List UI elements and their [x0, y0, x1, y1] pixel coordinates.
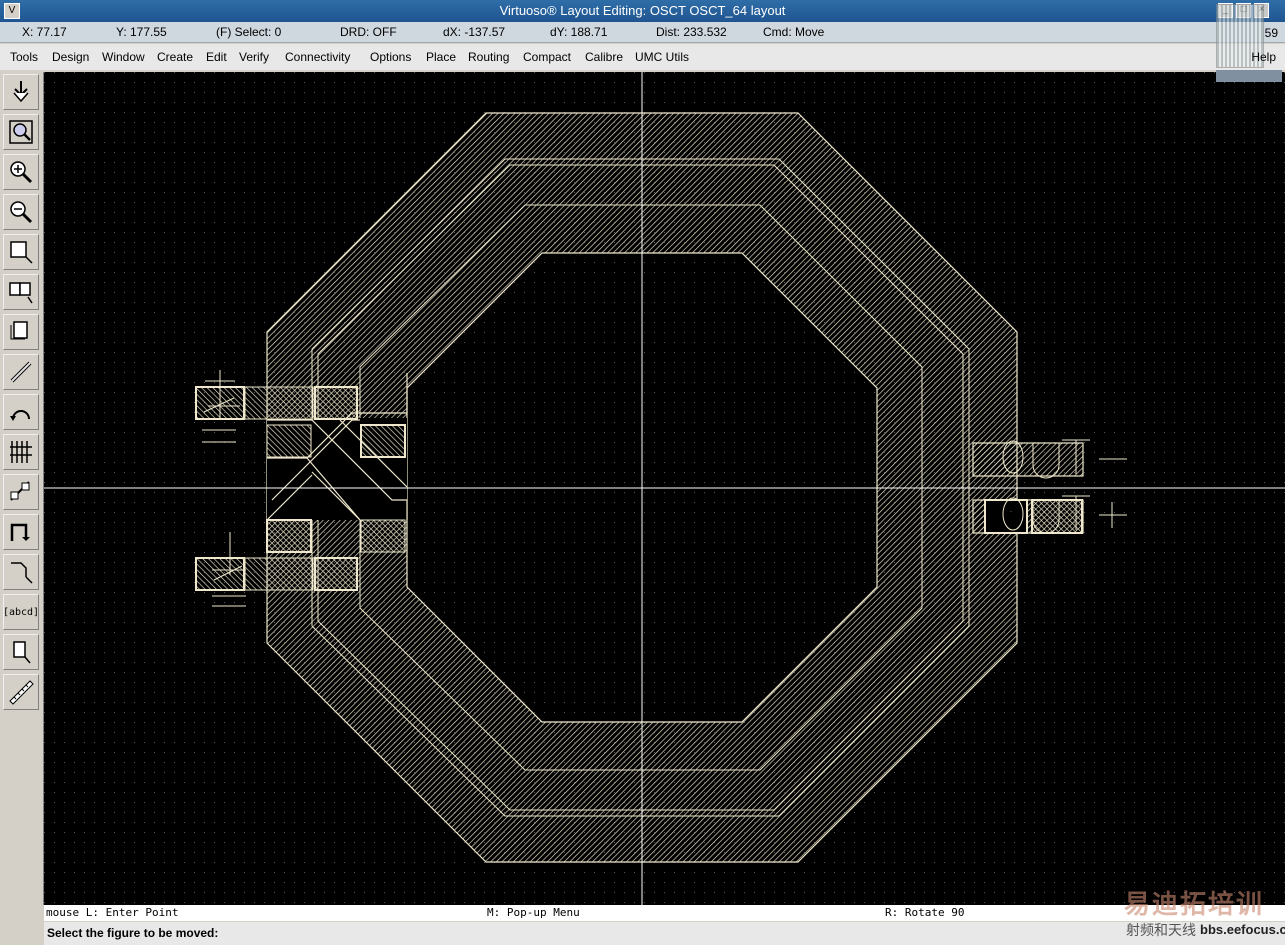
menu-window[interactable]: Window	[100, 44, 147, 70]
layout-canvas[interactable]: OUT OUT	[44, 72, 1285, 905]
copy-icon[interactable]	[3, 554, 39, 590]
menu-options[interactable]: Options	[368, 44, 413, 70]
zoom-fit-icon[interactable]	[3, 114, 39, 150]
mouse-right-status: R: Rotate 90	[885, 906, 965, 919]
menu-umc-utils[interactable]: UMC Utils	[633, 44, 691, 70]
menu-calibre[interactable]: Calibre	[583, 44, 625, 70]
create-pins-icon[interactable]	[3, 434, 39, 470]
menu-design[interactable]: Design	[50, 44, 91, 70]
menu-compact[interactable]: Compact	[521, 44, 573, 70]
help-panel: 59 Help	[1216, 2, 1282, 82]
watermark-main: 易迪拓培训	[1124, 889, 1265, 919]
undo-icon[interactable]	[3, 394, 39, 430]
tool-palette: [abcd]	[0, 72, 44, 905]
cursor-y-readout: Y: 177.55	[116, 25, 167, 39]
delta-y-readout: dY: 188.71	[550, 25, 608, 39]
menu-connectivity[interactable]: Connectivity	[283, 44, 352, 70]
stretch-icon[interactable]	[3, 634, 39, 670]
mouse-left-status: mouse L: Enter Point	[46, 906, 179, 919]
menu-verify[interactable]: Verify	[237, 44, 271, 70]
help-button[interactable]: Help	[1251, 50, 1276, 64]
command-readout: Cmd: Move	[763, 25, 825, 39]
save-icon[interactable]	[3, 74, 39, 110]
help-strip	[1216, 70, 1282, 82]
watermark: 易迪拓培训 射频和天线 bbs.eefocus.cn	[1124, 884, 1285, 942]
create-rectangle-icon[interactable]	[3, 234, 39, 270]
menu-create[interactable]: Create	[155, 44, 195, 70]
command-prompt-bar: Select the figure to be moved:	[44, 922, 1285, 945]
drd-status-readout: DRD: OFF	[340, 25, 397, 39]
menu-routing[interactable]: Routing	[466, 44, 511, 70]
create-polygon-icon[interactable]	[3, 314, 39, 350]
zoom-out-icon[interactable]	[3, 194, 39, 230]
menu-tools[interactable]: Tools	[8, 44, 40, 70]
mouse-middle-status: M: Pop-up Menu	[487, 906, 580, 919]
create-instance-icon[interactable]	[3, 274, 39, 310]
create-label-icon[interactable]: [abcd]	[3, 594, 39, 630]
mouse-status-bar: mouse L: Enter Point M: Pop-up Menu R: R…	[44, 905, 1285, 921]
menu-edit[interactable]: Edit	[204, 44, 229, 70]
ruler-icon[interactable]	[3, 674, 39, 710]
create-via-icon[interactable]	[3, 474, 39, 510]
delta-x-readout: dX: -137.57	[443, 25, 506, 39]
move-icon[interactable]	[3, 514, 39, 550]
zoom-in-icon[interactable]	[3, 154, 39, 190]
cursor-x-readout: X: 77.17	[22, 25, 67, 39]
create-path-icon[interactable]	[3, 354, 39, 390]
command-prompt: Select the figure to be moved:	[47, 926, 219, 940]
menu-bar: Tools Design Window Create Edit Verify C…	[0, 44, 1285, 70]
watermark-url: bbs.eefocus.cn	[1200, 922, 1285, 937]
title-bar: V Virtuoso® Layout Editing: OSCT OSCT_64…	[0, 0, 1285, 22]
watermark-sub: 射频和天线	[1126, 922, 1196, 938]
distance-readout: Dist: 233.532	[656, 25, 727, 39]
window-title: Virtuoso® Layout Editing: OSCT OSCT_64 l…	[499, 3, 786, 18]
help-count: 59	[1264, 26, 1278, 40]
menu-place[interactable]: Place	[424, 44, 458, 70]
coordinate-bar: X: 77.17 Y: 177.55 (F) Select: 0 DRD: OF…	[0, 22, 1285, 43]
select-count-readout: (F) Select: 0	[216, 25, 282, 39]
